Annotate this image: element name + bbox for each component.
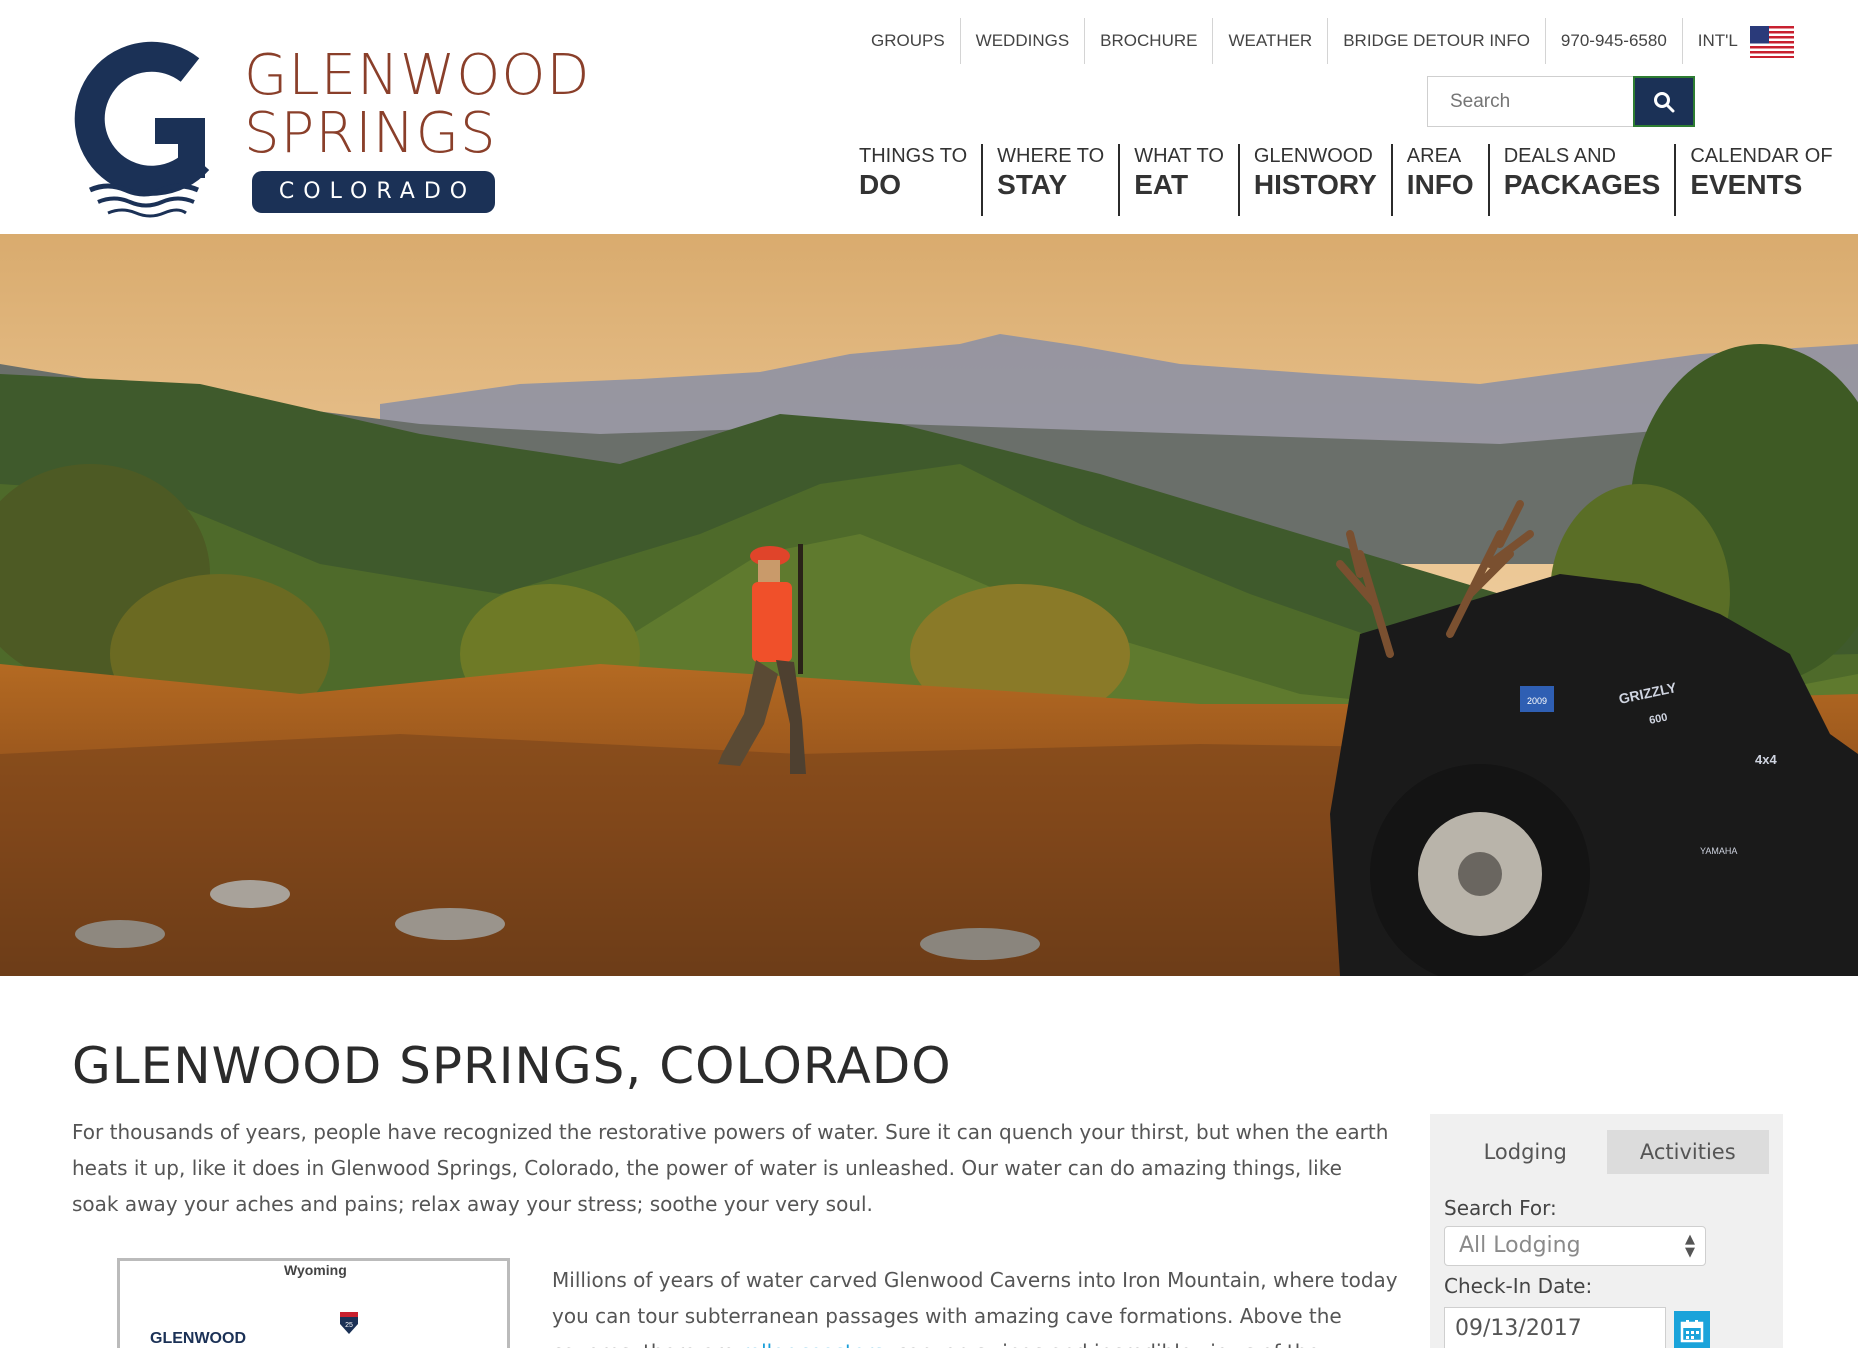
- lodging-type-value: All Lodging: [1459, 1233, 1581, 1258]
- nav-bottom-label: INFO: [1406, 169, 1474, 200]
- search-button[interactable]: [1633, 76, 1695, 127]
- nav-top-label: WHERE TO: [997, 145, 1105, 167]
- nav-top-label: THINGS TO: [859, 145, 968, 167]
- util-link-bridge-detour[interactable]: BRIDGE DETOUR INFO: [1328, 18, 1546, 64]
- caverns-paragraph: Millions of years of water carved Glenwo…: [552, 1262, 1400, 1348]
- nav-bottom-label: STAY: [997, 169, 1068, 200]
- nav-bottom-label: EVENTS: [1690, 169, 1803, 200]
- nav-bottom-label: HISTORY: [1253, 169, 1377, 200]
- utility-nav: GROUPS WEDDINGS BROCHURE WEATHER BRIDGE …: [856, 18, 1794, 64]
- nav-bottom-label: EAT: [1134, 169, 1189, 200]
- site-header: GLENWOOD SPRINGS COLORADO GROUPS WEDDING…: [0, 0, 1858, 234]
- search-icon: [1654, 91, 1675, 112]
- calendar-icon: [1680, 1320, 1704, 1343]
- util-link-brochure[interactable]: BROCHURE: [1085, 18, 1214, 64]
- main-nav: THINGS TO DO WHERE TO STAY WHAT TO EAT G…: [847, 144, 1847, 216]
- nav-where-to-stay[interactable]: WHERE TO STAY: [981, 144, 1118, 216]
- intro-paragraph: For thousands of years, people have reco…: [72, 1120, 1389, 1216]
- map-state-label: Wyoming: [284, 1262, 347, 1278]
- logo-badge: COLORADO: [252, 171, 495, 213]
- booking-tabs: Lodging Activities: [1444, 1130, 1769, 1174]
- nav-what-to-eat[interactable]: WHAT TO EAT: [1118, 144, 1238, 216]
- checkin-label: Check-In Date:: [1444, 1274, 1593, 1298]
- nav-area-info[interactable]: AREA INFO: [1390, 144, 1488, 216]
- page-title: GLENWOOD SPRINGS, COLORADO: [72, 1037, 952, 1095]
- booking-widget: Lodging Activities Search For: All Lodgi…: [1430, 1114, 1783, 1348]
- nav-things-to-do[interactable]: THINGS TO DO: [847, 144, 981, 216]
- atv-badge-text: 4x4: [1755, 752, 1777, 767]
- logo-g-mark-icon: [74, 41, 210, 218]
- nav-calendar-of-events[interactable]: CALENDAR OF EVENTS: [1674, 144, 1846, 216]
- calendar-button[interactable]: [1674, 1311, 1710, 1348]
- lodging-type-select[interactable]: All Lodging ▲ ▼: [1444, 1226, 1706, 1266]
- nav-bottom-label: PACKAGES: [1503, 169, 1661, 200]
- nav-top-label: DEALS AND: [1503, 145, 1616, 167]
- us-flag-icon: [1750, 25, 1794, 58]
- util-link-groups[interactable]: GROUPS: [856, 18, 961, 64]
- util-link-intl[interactable]: INT'L: [1683, 18, 1794, 64]
- tab-lodging[interactable]: Lodging: [1444, 1130, 1607, 1174]
- nav-top-label: AREA: [1406, 145, 1462, 167]
- util-link-weather[interactable]: WEATHER: [1213, 18, 1329, 64]
- util-link-weddings[interactable]: WEDDINGS: [961, 18, 1086, 64]
- caverns-text: Millions of years of water carved Glenwo…: [552, 1268, 1398, 1348]
- atv-sticker-year: 2009: [1527, 696, 1547, 706]
- logo-text-line2: SPRINGS: [244, 101, 497, 166]
- search-input[interactable]: [1427, 76, 1635, 127]
- nav-bottom-label: DO: [859, 169, 901, 200]
- nav-glenwood-history[interactable]: GLENWOOD HISTORY: [1237, 144, 1391, 216]
- util-phone-link[interactable]: 970-945-6580: [1546, 18, 1683, 64]
- hero-landscape-photo: 2009 GRIZZLY 600 4x4 YAMAHA: [0, 234, 1858, 976]
- atv-wheel-brand: YAMAHA: [1700, 846, 1737, 856]
- checkin-date-input[interactable]: 09/13/2017: [1444, 1307, 1666, 1348]
- interstate-number: 25: [345, 1322, 353, 1329]
- select-arrows-icon: ▲ ▼: [1685, 1232, 1695, 1260]
- site-search: [1427, 76, 1695, 127]
- intl-label: INT'L: [1697, 31, 1738, 50]
- roller-coasters-link[interactable]: roller coasters: [741, 1340, 884, 1348]
- interstate-shield-icon: 25: [340, 1312, 358, 1334]
- tab-activities[interactable]: Activities: [1606, 1130, 1769, 1174]
- site-logo[interactable]: GLENWOOD SPRINGS COLORADO: [70, 40, 630, 220]
- nav-top-label: CALENDAR OF: [1690, 145, 1833, 167]
- hero-image: 2009 GRIZZLY 600 4x4 YAMAHA: [0, 234, 1858, 976]
- map-city-label: GLENWOOD: [150, 1330, 246, 1347]
- search-for-label: Search For:: [1444, 1196, 1557, 1220]
- logo-text-line1: GLENWOOD: [244, 43, 591, 108]
- nav-top-label: GLENWOOD: [1253, 145, 1373, 167]
- nav-deals-and-packages[interactable]: DEALS AND PACKAGES: [1487, 144, 1675, 216]
- nav-top-label: WHAT TO: [1134, 145, 1224, 167]
